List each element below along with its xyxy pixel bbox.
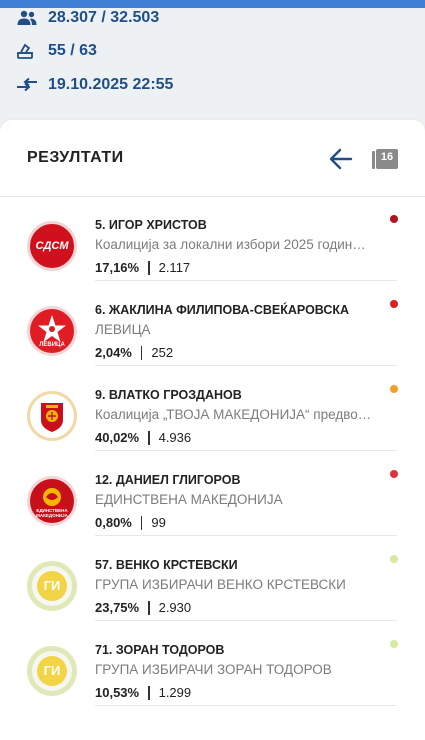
candidate-party: ГРУПА ИЗБИРАЧИ ЗОРАН ТОДОРОВ (95, 662, 332, 677)
status-dot (390, 555, 398, 563)
back-arrow-button[interactable] (326, 146, 356, 172)
candidate-party: ЛЕВИЦА (95, 322, 151, 337)
candidate-metrics: 2,04% 252 (95, 345, 173, 360)
divider (148, 430, 150, 445)
candidate-metrics: 40,02% 4.936 (95, 430, 191, 445)
candidate-percent: 40,02% (95, 430, 140, 445)
stations-stat: 55 / 63 (16, 41, 97, 61)
status-dot (390, 470, 398, 478)
candidate-votes: 4.936 (158, 430, 192, 445)
status-dot (390, 215, 398, 223)
edinstvena-logo-text: ЕДИНСТВЕНА МАКЕДОНИЈА (36, 508, 68, 518)
levica-logo-text: ЛЕВИЦА (39, 342, 65, 348)
divider (148, 260, 150, 275)
list-item[interactable]: ЕДИНСТВЕНА МАКЕДОНИЈА 12. ДАНИЕЛ ГЛИГОРО… (0, 451, 425, 536)
vmro-logo (27, 391, 77, 441)
update-time-stat: 19.10.2025 22:55 (16, 75, 173, 95)
gi-logo-text: ГИ (43, 663, 61, 678)
candidate-name: 9. ВЛАТКО ГРОЗДАНОВ (95, 388, 242, 402)
sdsm-logo: СДСМ (27, 221, 77, 271)
candidate-votes: 1.299 (158, 685, 192, 700)
compare-arrows-icon (16, 75, 40, 95)
divider (140, 515, 143, 530)
status-dot (390, 385, 398, 393)
sdsm-logo-text: СДСМ (35, 240, 69, 252)
status-dot (390, 300, 398, 308)
people-icon (16, 8, 40, 28)
pages-button[interactable]: 16 (371, 148, 399, 170)
candidate-name: 5. ИГОР ХРИСТОВ (95, 218, 207, 232)
voters-stat: 28.307 / 32.503 (16, 8, 159, 28)
voters-value: 28.307 / 32.503 (48, 9, 160, 26)
candidate-percent: 2,04% (95, 345, 132, 360)
candidate-percent: 23,75% (95, 600, 140, 615)
candidate-percent: 17,16% (95, 260, 140, 275)
candidate-party: Коалиција за локални избори 2025 годин… (95, 237, 366, 252)
candidate-metrics: 10,53% 1.299 (95, 685, 191, 700)
results-card: РЕЗУЛТАТИ 16 СДСМ 5. ИГОР ХРИСТОВ Коалиц… (0, 120, 425, 740)
arrow-left-icon (329, 148, 353, 170)
list-item[interactable]: СДСМ 5. ИГОР ХРИСТОВ Коалиција за локалн… (0, 196, 425, 281)
candidate-metrics: 0,80% 99 (95, 515, 166, 530)
ballot-box-icon (16, 41, 40, 61)
gi-logo: ГИ (27, 646, 77, 696)
candidate-votes: 252 (151, 345, 174, 360)
row-divider (95, 705, 397, 706)
divider (148, 685, 150, 700)
list-item[interactable]: ЛЕВИЦА 6. ЖАКЛИНА ФИЛИПОВА-СВЕЌАРОВСКА Л… (0, 281, 425, 366)
divider (148, 600, 150, 615)
gi-logo: ГИ (27, 561, 77, 611)
candidate-metrics: 17,16% 2.117 (95, 260, 190, 275)
levica-logo: ЛЕВИЦА (27, 306, 77, 356)
results-title: РЕЗУЛТАТИ (27, 149, 124, 166)
candidate-party: ГРУПА ИЗБИРАЧИ ВЕНКО КРСТЕВСКИ (95, 577, 346, 592)
candidate-name: 6. ЖАКЛИНА ФИЛИПОВА-СВЕЌАРОВСКА (95, 303, 350, 317)
candidate-percent: 10,53% (95, 685, 140, 700)
candidate-party: Коалиција „ТВОЈА МАКЕДОНИЈА“ предво… (95, 407, 372, 422)
status-dot (390, 640, 398, 648)
list-item[interactable]: 9. ВЛАТКО ГРОЗДАНОВ Коалиција „ТВОЈА МАК… (0, 366, 425, 451)
candidate-name: 12. ДАНИЕЛ ГЛИГОРОВ (95, 473, 241, 487)
candidate-percent: 0,80% (95, 515, 132, 530)
candidate-votes: 2.930 (158, 600, 192, 615)
update-time-value: 19.10.2025 22:55 (48, 76, 174, 93)
results-header: РЕЗУЛТАТИ 16 (0, 120, 425, 197)
candidate-party: ЕДИНСТВЕНА МАКЕДОНИЈА (95, 492, 283, 507)
edinstvena-logo: ЕДИНСТВЕНА МАКЕДОНИЈА (27, 476, 77, 526)
list-item[interactable]: ГИ 57. ВЕНКО КРСТЕВСКИ ГРУПА ИЗБИРАЧИ ВЕ… (0, 536, 425, 621)
pages-badge: 16 (380, 151, 394, 163)
stations-value: 55 / 63 (48, 42, 97, 59)
gi-logo-text: ГИ (43, 578, 61, 593)
list-item[interactable]: ГИ 71. ЗОРАН ТОДОРОВ ГРУПА ИЗБИРАЧИ ЗОРА… (0, 621, 425, 706)
lion-emblem-icon (41, 403, 63, 432)
candidate-name: 57. ВЕНКО КРСТЕВСКИ (95, 558, 238, 572)
candidate-votes: 2.117 (158, 260, 191, 275)
candidate-votes: 99 (151, 515, 166, 530)
candidate-metrics: 23,75% 2.930 (95, 600, 191, 615)
stats-panel: 28.307 / 32.503 55 / 63 19.10.2025 22:55 (0, 0, 425, 130)
candidate-name: 71. ЗОРАН ТОДОРОВ (95, 643, 225, 657)
divider (140, 345, 143, 360)
